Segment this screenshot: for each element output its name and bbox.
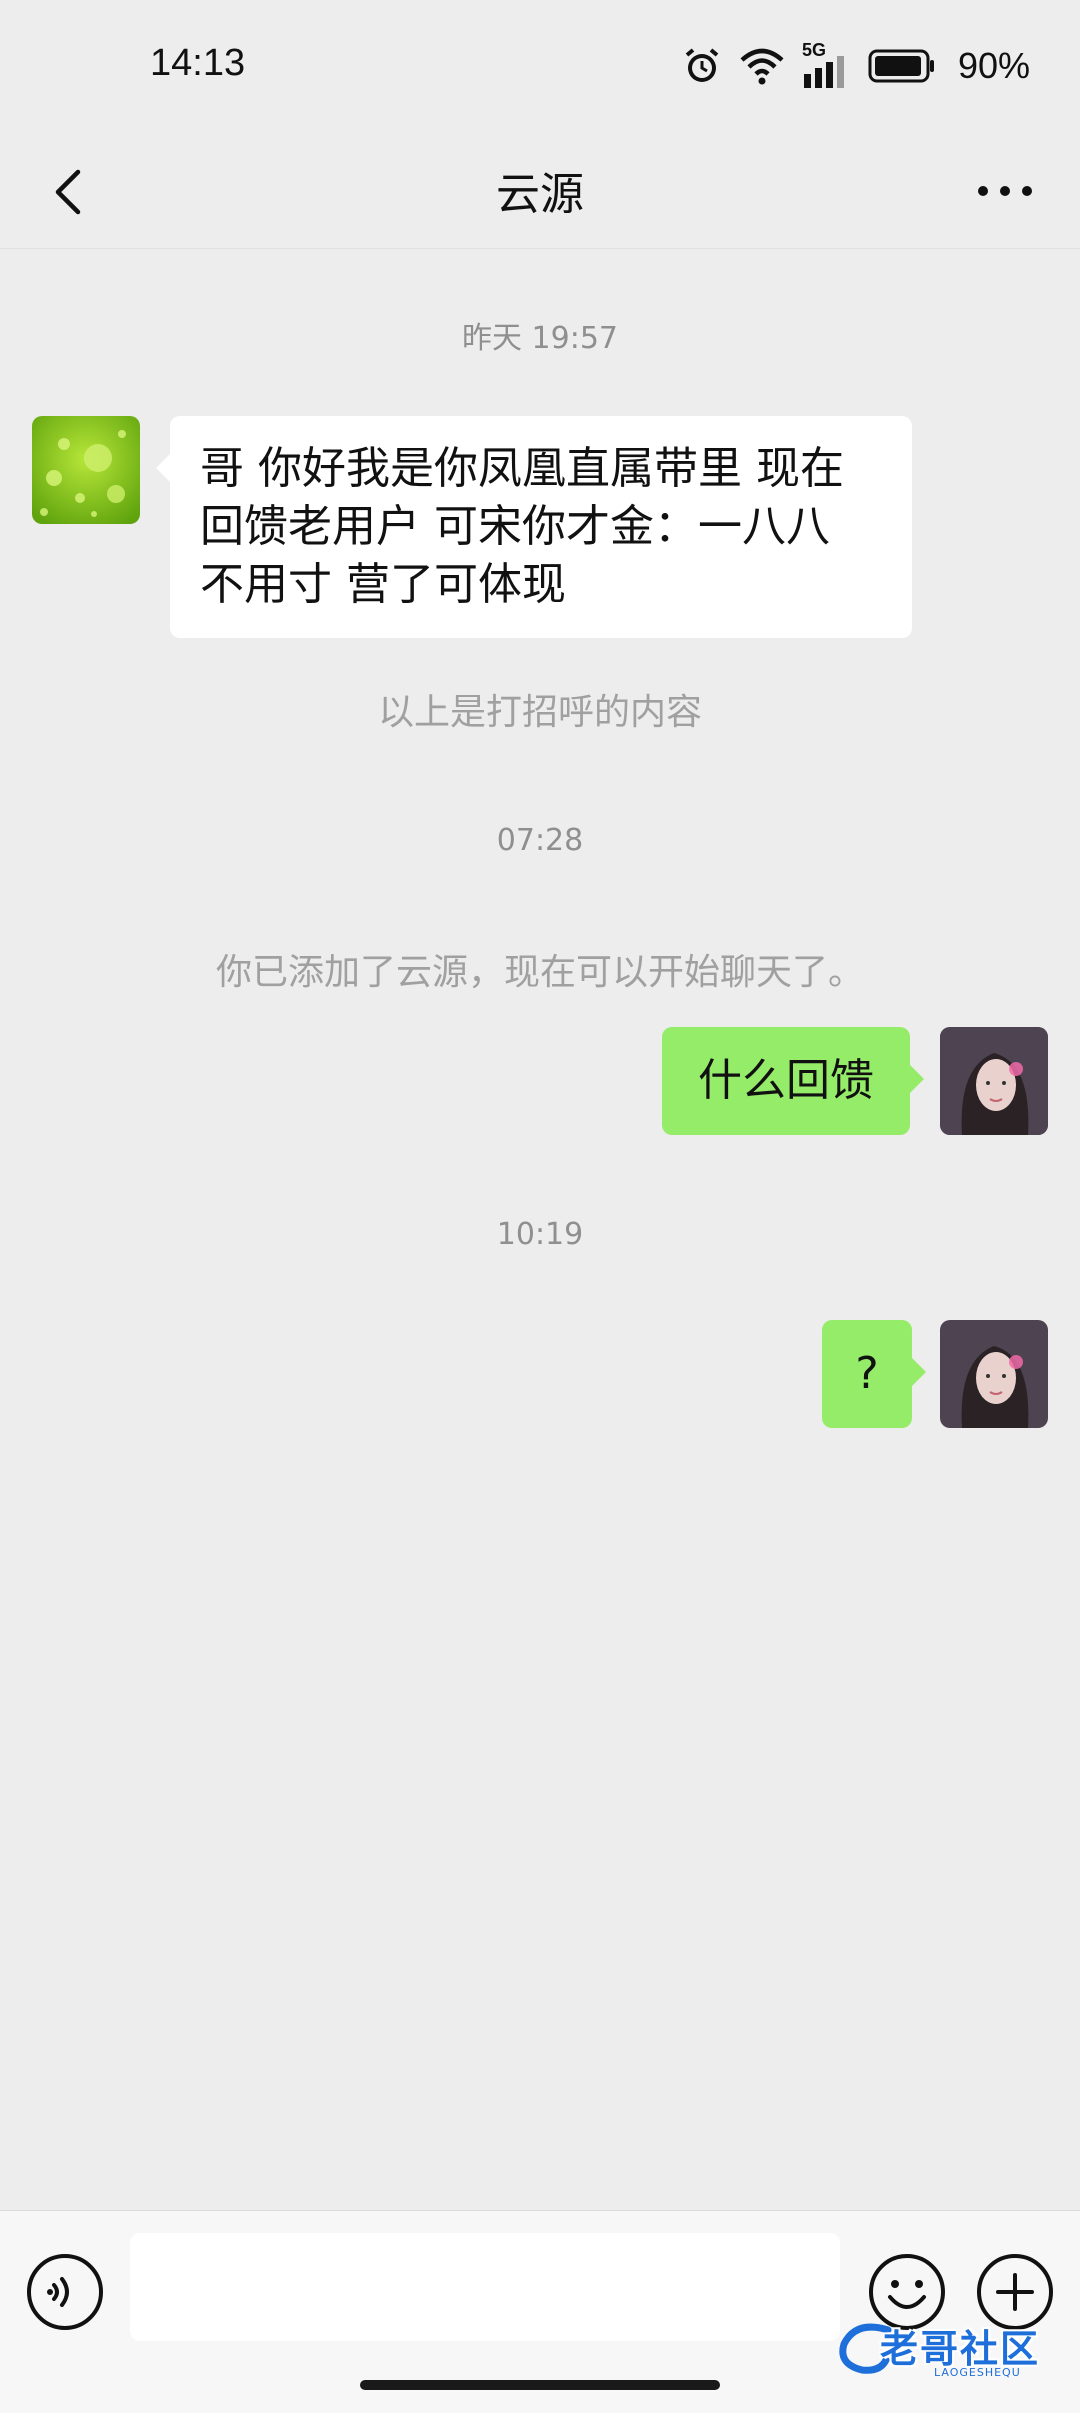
incoming-message-bubble[interactable]: 哥 你好我是你凤凰直属带里 现在 回馈老用户 可宋你才金：一八八 不用寸 营了可… — [156, 416, 912, 638]
timestamp: 07:28 — [496, 823, 584, 858]
status-time: 14:13 — [150, 42, 246, 84]
system-message: 以上是打招呼的内容 — [377, 692, 702, 733]
home-indicator[interactable] — [360, 2380, 720, 2390]
system-message: 你已添加了云源，现在可以开始聊天了。 — [215, 952, 864, 993]
watermark-subtext: LAOGESHEQU — [934, 2366, 1021, 2379]
battery-percent: 90% — [957, 45, 1030, 86]
signal-icon: 5G — [802, 40, 850, 88]
message-line: 哥 你好我是你凤凰直属带里 现在 — [200, 443, 844, 494]
watermark-logo: 老哥社区 LAOGESHEQU — [836, 2316, 1072, 2379]
timestamp: 昨天 19:57 — [462, 321, 618, 356]
water-drops-image — [32, 416, 140, 524]
alarm-icon — [685, 48, 719, 82]
contact-avatar[interactable] — [32, 416, 140, 524]
message-text: 什么回馈 — [698, 1055, 874, 1106]
profile-photo-image — [940, 1027, 1048, 1135]
my-avatar[interactable] — [940, 1027, 1048, 1135]
message-line: 不用寸 营了可体现 — [200, 559, 566, 610]
profile-photo-image — [940, 1320, 1048, 1428]
outgoing-message-bubble[interactable]: ? — [822, 1320, 926, 1428]
message-input[interactable] — [130, 2233, 840, 2341]
status-bar: 14:13 5G 90% — [0, 0, 1080, 136]
wifi-icon — [740, 48, 784, 85]
my-avatar[interactable] — [940, 1320, 1048, 1428]
voice-icon[interactable] — [24, 2251, 106, 2333]
chat-header: 云源 — [0, 136, 1080, 249]
message-line: 回馈老用户 可宋你才金：一八八 — [200, 501, 830, 552]
battery-icon — [868, 49, 934, 83]
watermark-text: 老哥社区 — [880, 2327, 1041, 2371]
timestamp: 10:19 — [496, 1217, 584, 1252]
outgoing-message-bubble[interactable]: 什么回馈 — [662, 1027, 924, 1135]
chat-title: 云源 — [496, 169, 584, 220]
message-text: ? — [855, 1348, 879, 1399]
more-dots-icon[interactable] — [970, 166, 1040, 216]
chat-message-list[interactable]: 昨天 19:57 哥 你好我是你凤凰直属带里 现在 回馈老用户 可宋你才金：一八… — [0, 249, 1080, 2209]
status-icons: 5G 90% — [682, 40, 1030, 88]
